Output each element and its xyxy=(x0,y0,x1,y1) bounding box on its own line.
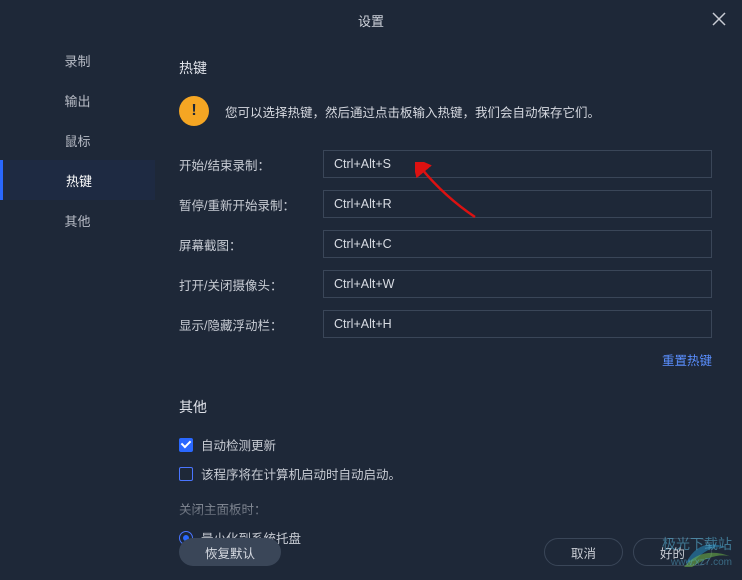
checkbox-label: 该程序将在计算机启动时自动启动。 xyxy=(201,464,401,483)
info-banner: ! 您可以选择热键，然后通过点击板输入热键，我们会自动保存它们。 xyxy=(179,96,712,126)
hotkey-label: 显示/隐藏浮动栏： xyxy=(179,315,309,334)
close-button[interactable] xyxy=(708,8,730,30)
hotkey-input-pause-resume[interactable] xyxy=(323,190,712,218)
window-title: 设置 xyxy=(358,11,384,30)
titlebar: 设置 xyxy=(0,0,742,40)
hotkey-input-floatbar[interactable] xyxy=(323,310,712,338)
close-icon xyxy=(712,12,726,26)
ok-button[interactable]: 好的 xyxy=(633,538,712,566)
hotkey-label: 开始/结束录制： xyxy=(179,155,309,174)
section-title-hotkeys: 热键 xyxy=(179,58,712,78)
content-panel: 热键 ! 您可以选择热键，然后通过点击板输入热键，我们会自动保存它们。 开始/结… xyxy=(155,40,742,580)
sidebar-item-record[interactable]: 录制 xyxy=(0,40,155,80)
hotkey-input-camera[interactable] xyxy=(323,270,712,298)
checkbox-icon xyxy=(179,438,193,452)
checkbox-label: 自动检测更新 xyxy=(201,435,276,454)
checkbox-auto-update[interactable]: 自动检测更新 xyxy=(179,435,712,454)
sidebar-item-mouse[interactable]: 鼠标 xyxy=(0,120,155,160)
hotkey-grid: 开始/结束录制： 暂停/重新开始录制： 屏幕截图： 打开/关闭摄像头： 显示/隐… xyxy=(179,150,712,338)
restore-default-button[interactable]: 恢复默认 xyxy=(179,538,281,566)
hotkey-label: 暂停/重新开始录制： xyxy=(179,195,309,214)
warning-icon: ! xyxy=(179,96,209,126)
hotkey-input-start-stop[interactable] xyxy=(323,150,712,178)
checkbox-autostart[interactable]: 该程序将在计算机启动时自动启动。 xyxy=(179,464,712,483)
sidebar-item-hotkeys[interactable]: 热键 xyxy=(0,160,155,200)
hotkey-label: 屏幕截图： xyxy=(179,235,309,254)
hotkey-input-screenshot[interactable] xyxy=(323,230,712,258)
section-title-other: 其他 xyxy=(179,397,712,417)
sidebar: 录制 输出 鼠标 热键 其他 xyxy=(0,40,155,580)
sidebar-item-output[interactable]: 输出 xyxy=(0,80,155,120)
cancel-button[interactable]: 取消 xyxy=(544,538,623,566)
checkbox-icon xyxy=(179,467,193,481)
hotkey-label: 打开/关闭摄像头： xyxy=(179,275,309,294)
reset-hotkeys-link[interactable]: 重置热键 xyxy=(662,354,712,368)
info-text: 您可以选择热键，然后通过点击板输入热键，我们会自动保存它们。 xyxy=(225,102,600,121)
footer: 恢复默认 取消 好的 xyxy=(155,538,742,566)
close-panel-label: 关闭主面板时： xyxy=(179,499,712,518)
reset-hotkeys-row: 重置热键 xyxy=(179,350,712,369)
sidebar-item-other[interactable]: 其他 xyxy=(0,200,155,240)
